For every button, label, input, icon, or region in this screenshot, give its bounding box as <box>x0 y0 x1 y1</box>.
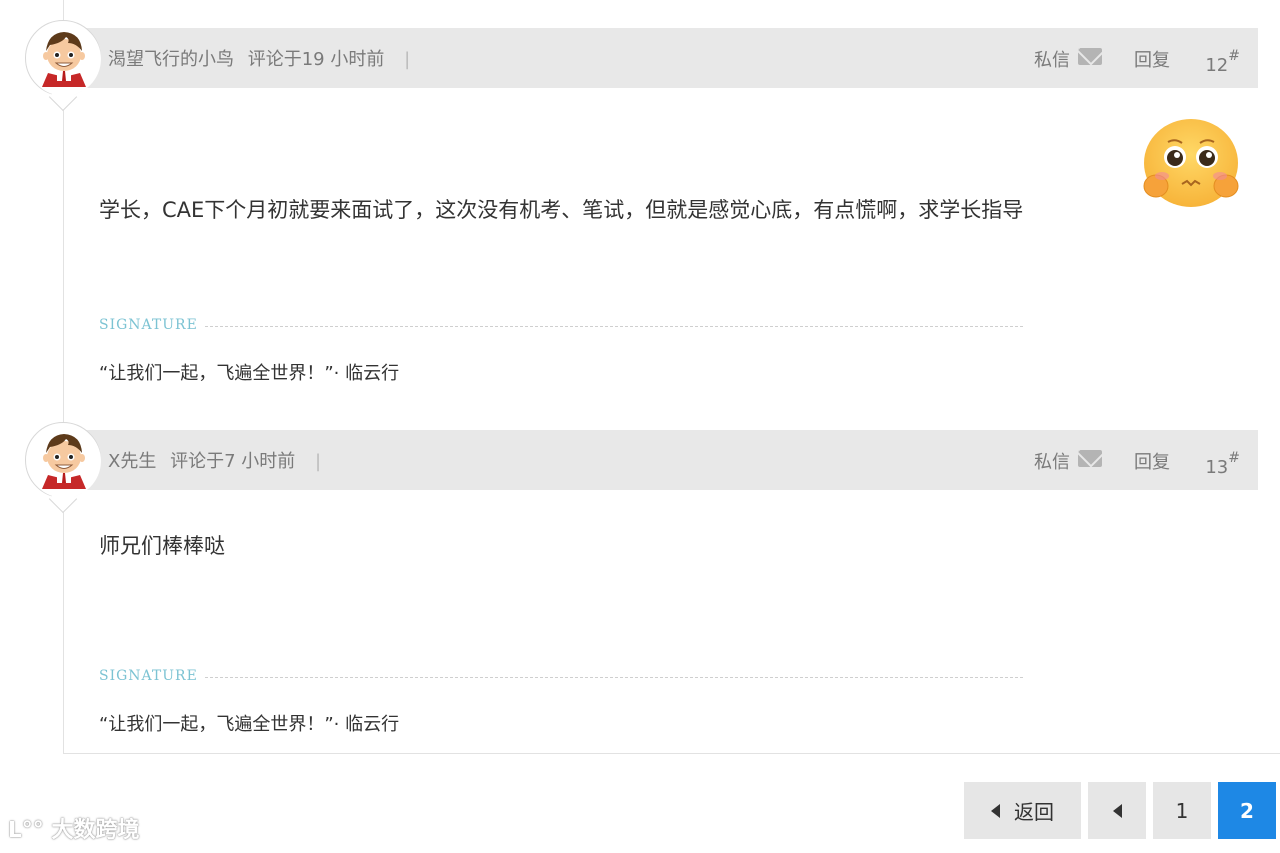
comment-header: X先生 评论于7 小时前 | 私信 回复 13# <box>64 430 1258 490</box>
cartoon-avatar-icon <box>27 424 101 498</box>
left-triangle-icon <box>1112 803 1122 818</box>
left-triangle-icon <box>991 803 1000 818</box>
thread-border-bottom <box>63 753 1280 754</box>
author-name[interactable]: 渴望飞行的小鸟 <box>108 49 234 70</box>
cartoon-avatar-icon <box>27 22 101 96</box>
post-time: 评论于7 小时前 <box>170 451 296 472</box>
floor-number: 13# <box>1205 450 1240 478</box>
meta-separator: | <box>404 49 411 70</box>
signature-divider <box>205 326 1023 327</box>
reply-link[interactable]: 回复 <box>1134 46 1170 72</box>
watermark-text: 大数跨境 <box>51 818 140 843</box>
comment-meta: 渴望飞行的小鸟 评论于19 小时前 | <box>108 45 410 71</box>
signature-label: SIGNATURE <box>99 317 198 333</box>
comment-content: 学长，CAE下个月初就要来面试了，这次没有机考、笔试，但就是感觉心底，有点慌啊，… <box>99 198 1024 222</box>
reply-link[interactable]: 回复 <box>1134 448 1170 474</box>
signature-label: SIGNATURE <box>99 668 198 684</box>
page-2-button[interactable]: 2 <box>1218 782 1276 839</box>
signature-divider <box>205 677 1023 678</box>
mail-icon[interactable] <box>1078 450 1102 467</box>
mail-icon[interactable] <box>1078 48 1102 65</box>
avatar[interactable] <box>25 20 101 112</box>
private-message-link[interactable]: 私信 <box>1034 46 1070 72</box>
private-message-link[interactable]: 私信 <box>1034 448 1070 474</box>
comment-content: 师兄们棒棒哒 <box>99 534 225 558</box>
post-time: 评论于19 小时前 <box>247 49 385 70</box>
back-label: 返回 <box>1014 800 1054 824</box>
thread-border-left <box>63 0 64 754</box>
worried-face-emoji-icon <box>1143 119 1239 207</box>
meta-separator: | <box>315 451 322 472</box>
comment-header: 渴望飞行的小鸟 评论于19 小时前 | 私信 回复 12# <box>64 28 1258 88</box>
prev-page-button[interactable] <box>1088 782 1146 839</box>
signature-text: “让我们一起，飞遍全世界！”· 临云行 <box>99 363 400 384</box>
watermark: ᒪ°° 大数跨境 <box>8 812 139 844</box>
author-name[interactable]: X先生 <box>108 451 156 472</box>
watermark-logo-icon: ᒪ°° <box>8 818 44 843</box>
signature-text: “让我们一起，飞遍全世界！”· 临云行 <box>99 714 400 735</box>
comment-meta: X先生 评论于7 小时前 | <box>108 447 321 473</box>
page-1-button[interactable]: 1 <box>1153 782 1211 839</box>
avatar[interactable] <box>25 422 101 514</box>
back-button[interactable]: 返回 <box>964 782 1081 839</box>
floor-number: 12# <box>1205 48 1240 76</box>
